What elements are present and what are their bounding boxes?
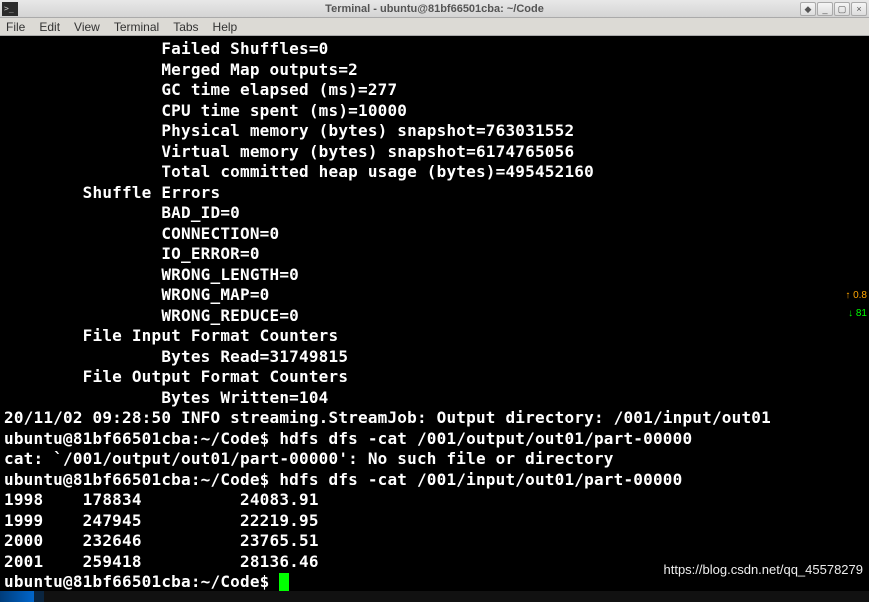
output-line: IO_ERROR=0	[4, 244, 260, 263]
output-line: ubuntu@81bf66501cba:~/Code$ hdfs dfs -ca…	[4, 429, 692, 448]
output-line: 20/11/02 09:28:50 INFO streaming.StreamJ…	[4, 408, 771, 427]
output-line: File Output Format Counters	[4, 367, 358, 386]
terminal-container: Failed Shuffles=0 Merged Map outputs=2 G…	[0, 36, 869, 591]
output-line: File Input Format Counters	[4, 326, 348, 345]
output-line: BAD_ID=0	[4, 203, 240, 222]
output-line: 1998 178834 24083.91	[4, 490, 319, 509]
cursor	[279, 573, 289, 591]
output-line: Failed Shuffles=0	[4, 39, 328, 58]
terminal-output[interactable]: Failed Shuffles=0 Merged Map outputs=2 G…	[4, 39, 862, 591]
taskbar-separator	[34, 591, 44, 602]
menu-help[interactable]: Help	[213, 20, 238, 34]
scroll-down-indicator: ↓ 81	[848, 308, 867, 319]
output-line: cat: `/001/output/out01/part-00000': No …	[4, 449, 614, 468]
scroll-up-indicator: ↑ 0.8	[845, 290, 867, 301]
output-line: 2000 232646 23765.51	[4, 531, 319, 550]
menubar: File Edit View Terminal Tabs Help	[0, 18, 869, 36]
menu-file[interactable]: File	[6, 20, 25, 34]
close-button[interactable]: ×	[851, 2, 867, 16]
output-line: GC time elapsed (ms)=277	[4, 80, 397, 99]
taskbar[interactable]	[0, 591, 869, 602]
output-line: WRONG_REDUCE=0	[4, 306, 299, 325]
output-line: 2001 259418 28136.46	[4, 552, 319, 571]
menu-tabs[interactable]: Tabs	[173, 20, 198, 34]
maximize-button[interactable]: ▢	[834, 2, 850, 16]
menu-terminal[interactable]: Terminal	[114, 20, 159, 34]
output-line: WRONG_LENGTH=0	[4, 265, 299, 284]
menu-edit[interactable]: Edit	[39, 20, 60, 34]
output-line: Bytes Written=104	[4, 388, 328, 407]
output-line: Shuffle Errors	[4, 183, 220, 202]
terminal-icon: >_	[2, 2, 18, 16]
output-line: Physical memory (bytes) snapshot=7630315…	[4, 121, 574, 140]
window-title: Terminal - ubuntu@81bf66501cba: ~/Code	[325, 3, 544, 15]
output-line: Virtual memory (bytes) snapshot=61747650…	[4, 142, 574, 161]
output-line: CONNECTION=0	[4, 224, 279, 243]
minimize-button[interactable]: _	[817, 2, 833, 16]
watermark: https://blog.csdn.net/qq_45578279	[664, 562, 864, 577]
output-line: Total committed heap usage (bytes)=49545…	[4, 162, 594, 181]
output-line: Merged Map outputs=2	[4, 60, 358, 79]
prompt-line: ubuntu@81bf66501cba:~/Code$	[4, 572, 279, 591]
stick-button[interactable]: ◆	[800, 2, 816, 16]
taskbar-active-item[interactable]	[0, 591, 34, 602]
output-line: WRONG_MAP=0	[4, 285, 270, 304]
output-line: Bytes Read=31749815	[4, 347, 348, 366]
window-controls: ◆ _ ▢ ×	[800, 2, 867, 16]
window-titlebar: >_ Terminal - ubuntu@81bf66501cba: ~/Cod…	[0, 0, 869, 18]
output-line: CPU time spent (ms)=10000	[4, 101, 407, 120]
output-line: ubuntu@81bf66501cba:~/Code$ hdfs dfs -ca…	[4, 470, 682, 489]
menu-view[interactable]: View	[74, 20, 100, 34]
output-line: 1999 247945 22219.95	[4, 511, 319, 530]
